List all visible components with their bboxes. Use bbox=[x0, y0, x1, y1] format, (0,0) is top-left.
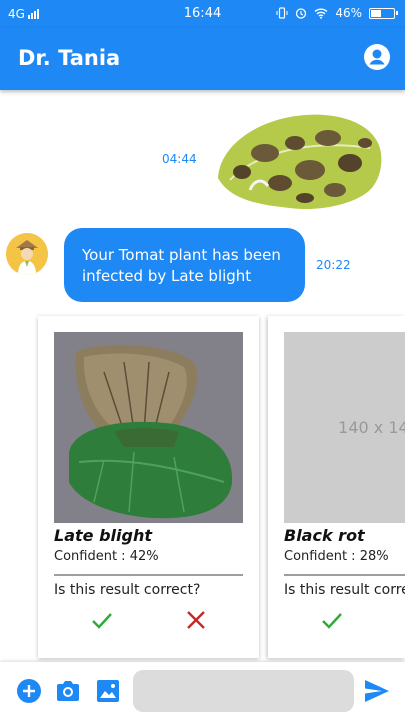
add-circle-icon[interactable] bbox=[16, 678, 42, 704]
confidence-text: Confident : 28% bbox=[284, 549, 389, 564]
close-icon[interactable] bbox=[184, 608, 208, 632]
camera-icon[interactable] bbox=[55, 678, 81, 704]
battery-percent: 46% bbox=[335, 6, 362, 20]
result-card: 140 x 140 Black rot Confident : 28% Is t… bbox=[268, 316, 405, 658]
divider bbox=[284, 574, 405, 576]
divider bbox=[54, 574, 243, 576]
alarm-icon bbox=[296, 8, 307, 19]
disease-name: Late blight bbox=[54, 526, 152, 545]
send-icon[interactable] bbox=[363, 678, 391, 704]
leaf-image-message[interactable] bbox=[210, 108, 388, 216]
check-icon[interactable] bbox=[90, 608, 114, 632]
doctor-avatar bbox=[6, 233, 48, 275]
image-placeholder: 140 x 140 bbox=[284, 332, 405, 523]
result-question: Is this result correct? bbox=[284, 582, 405, 598]
message-time: 04:44 bbox=[162, 152, 197, 166]
message-input-bar bbox=[0, 662, 405, 720]
disease-name: Black rot bbox=[284, 526, 365, 545]
bot-message-bubble: Your Tomat plant has been infected by La… bbox=[64, 228, 305, 302]
result-question: Is this result correct? bbox=[54, 582, 201, 598]
image-icon[interactable] bbox=[95, 678, 121, 704]
result-image bbox=[54, 332, 243, 523]
status-bar: 4G 16:44 46% bbox=[0, 0, 405, 28]
page-title: Dr. Tania bbox=[18, 46, 121, 70]
result-card: Late blight Confident : 42% Is this resu… bbox=[38, 316, 259, 658]
wifi-icon bbox=[314, 8, 328, 19]
message-time: 20:22 bbox=[316, 258, 351, 272]
check-icon[interactable] bbox=[320, 608, 344, 632]
account-circle-icon[interactable] bbox=[363, 43, 391, 71]
message-input[interactable] bbox=[133, 670, 354, 712]
app-bar: Dr. Tania bbox=[0, 28, 405, 90]
vibrate-icon bbox=[276, 7, 288, 19]
battery-icon bbox=[369, 7, 398, 19]
confidence-text: Confident : 42% bbox=[54, 549, 159, 564]
